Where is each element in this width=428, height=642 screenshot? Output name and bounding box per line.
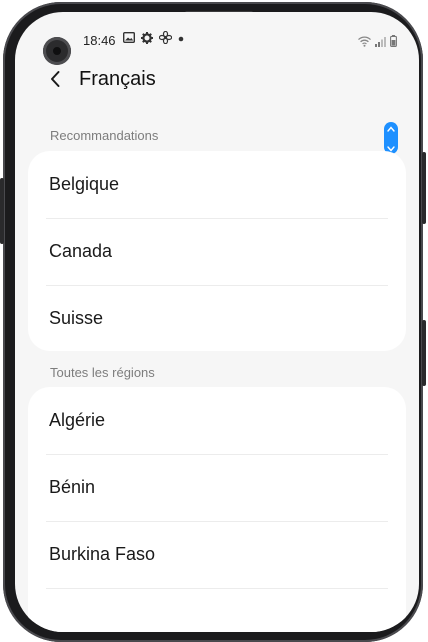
list-item-label: Burkina Faso (49, 544, 156, 564)
app-bar: Français (15, 64, 419, 100)
list-item[interactable]: Suisse (28, 285, 406, 352)
screen: 18:46 Français Recommandations Belgique … (15, 12, 419, 632)
chevron-left-icon (49, 70, 61, 93)
status-icons-left (122, 30, 184, 47)
phone-frame: 18:46 Français Recommandations Belgique … (0, 2, 426, 642)
wifi-icon (358, 34, 371, 52)
list-item-label: Bénin (49, 477, 96, 497)
list-item[interactable]: Burkina Faso (28, 521, 406, 588)
recommendations-list: Belgique Canada Suisse (28, 151, 406, 351)
front-camera (43, 37, 71, 65)
all-regions-list: Algérie Bénin Burkina Faso (28, 387, 406, 632)
list-item-label: Canada (49, 241, 113, 261)
bixby-button (422, 320, 426, 386)
chevron-up-icon (387, 119, 395, 137)
list-item-label: Belgique (49, 174, 120, 194)
battery-icon (390, 34, 397, 52)
list-item[interactable]: Canada (28, 218, 406, 285)
power-button (422, 152, 426, 224)
list-item[interactable]: Bénin (28, 454, 406, 521)
gear-icon (141, 31, 153, 47)
fan-icon (158, 30, 173, 47)
page-title: Français (79, 68, 156, 90)
dot-icon (178, 33, 184, 45)
section-header-recommendations: Recommandations (50, 128, 159, 143)
list-item-label: Algérie (49, 410, 106, 430)
signal-icon (375, 34, 386, 52)
volume-button (0, 178, 4, 244)
status-icons-right (358, 34, 397, 52)
list-item[interactable]: Algérie (28, 387, 406, 454)
list-item[interactable]: Belgique (28, 151, 406, 218)
list-item[interactable] (28, 588, 406, 632)
list-item-label: Suisse (49, 308, 104, 328)
section-header-all-regions: Toutes les régions (50, 365, 155, 380)
image-icon (122, 31, 136, 46)
back-button[interactable] (43, 68, 67, 94)
fast-scroll-handle[interactable] (384, 122, 398, 154)
status-time: 18:46 (83, 33, 116, 48)
